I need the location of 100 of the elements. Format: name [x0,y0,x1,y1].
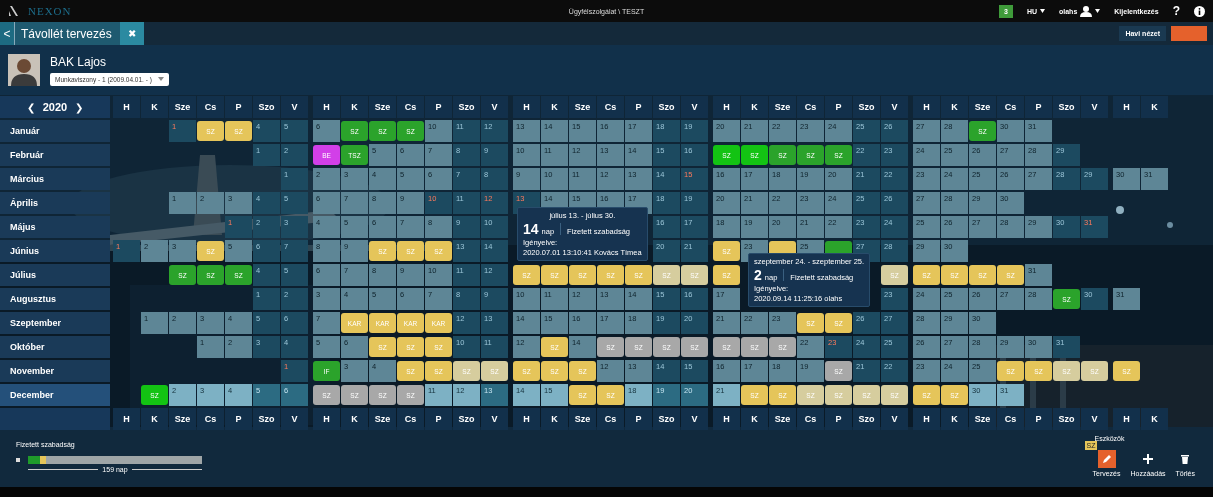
weekday-header: Cs [797,96,824,118]
month-label[interactable]: December [0,384,110,406]
employee-name: BAK Lajos [50,54,108,69]
trash-icon [1181,454,1190,464]
weekday-header: Cs [597,408,624,430]
weekday-header: H [313,408,340,430]
previous-year-button[interactable]: ❮ [26,101,35,113]
weekday-header: Cs [397,408,424,430]
weekday-header: P [625,96,652,118]
weekday-header: Sze [369,408,396,430]
weekday-header: K [141,408,168,430]
weekday-header: V [281,96,308,118]
weekday-header: H [913,408,940,430]
weekday-header: V [1081,96,1108,118]
weekday-header: H [713,408,740,430]
weekday-header: Sze [569,96,596,118]
weekday-header: K [341,96,368,118]
weekday-header: K [141,96,168,118]
weekday-header: Sze [169,408,196,430]
weekday-header: K [941,408,968,430]
weekday-header: P [225,96,252,118]
month-label[interactable]: November [0,360,110,382]
weekday-header: Szo [853,96,880,118]
month-label[interactable]: Július [0,264,110,286]
page-title: Távollét tervezés [14,22,120,45]
weekday-header: K [541,96,568,118]
weekday-header: K [941,96,968,118]
weekday-header: Szo [1053,96,1080,118]
weekday-header: Sze [369,96,396,118]
plus-icon [1143,454,1154,464]
weekday-header: K [541,408,568,430]
caret-icon [1040,9,1045,13]
weekday-header: Szo [453,96,480,118]
year-label: 2020 [42,101,68,113]
weekday-header: V [1081,408,1108,430]
weekday-header: Szo [853,408,880,430]
weekday-header: K [1141,408,1168,430]
month-label[interactable]: Február [0,144,110,166]
weekday-header: Cs [197,96,224,118]
weekday-header: Sze [769,96,796,118]
weekday-header: Cs [797,408,824,430]
help-button[interactable]: ? [1172,4,1180,18]
day-count: 2 [754,267,762,283]
weekday-header: H [713,96,740,118]
weekday-header: V [481,408,508,430]
month-label[interactable]: Január [0,120,110,142]
weekday-header: Szo [253,408,280,430]
weekday-header: V [281,408,308,430]
pencil-icon [1101,454,1112,464]
weekday-header: H [113,408,140,430]
weekday-header: H [313,96,340,118]
weekday-header: V [681,96,708,118]
month-label[interactable]: Szeptember [0,312,110,334]
weekday-header: P [425,96,452,118]
weekday-header: P [1025,408,1052,430]
weekday-header: Szo [653,408,680,430]
weekday-header: P [625,408,652,430]
weekday-header: K [1141,96,1168,118]
weekday-header: H [113,96,140,118]
caret-icon [157,77,164,81]
weekday-header: P [825,96,852,118]
month-label[interactable]: Április [0,192,110,214]
month-label[interactable]: Június [0,240,110,262]
weekday-header: V [681,408,708,430]
weekday-header: P [825,408,852,430]
weekday-header: Sze [769,408,796,430]
weekday-header: K [341,408,368,430]
weekday-header: H [1113,408,1140,430]
weekday-header: P [1025,96,1052,118]
weekday-header: H [513,408,540,430]
back-button[interactable]: < [0,22,14,45]
weekday-header: Sze [969,408,996,430]
weekday-header: Szo [653,96,680,118]
weekday-header: V [881,408,908,430]
user-icon [1080,5,1093,17]
weekday-header: P [425,408,452,430]
weekday-header: H [513,96,540,118]
caret-icon [1095,9,1101,13]
weekday-header: Szo [253,96,280,118]
month-label[interactable]: Augusztus [0,288,110,310]
weekday-header: Cs [197,408,224,430]
weekday-header: K [741,96,768,118]
logo-text: NEXON [28,5,72,17]
month-label[interactable]: Május [0,216,110,238]
weekday-header: Sze [169,96,196,118]
legend-marker [16,458,20,462]
weekday-header: H [913,96,940,118]
weekday-header: Szo [453,408,480,430]
weekday-header: Szo [1053,408,1080,430]
weekday-header: Cs [397,96,424,118]
day-count: 14 [523,221,539,237]
weekday-header: H [1113,96,1140,118]
next-year-button[interactable]: ❯ [75,101,84,113]
close-button[interactable]: ✖ [119,22,144,45]
info-icon[interactable] [1194,5,1205,17]
weekday-header: Cs [997,96,1024,118]
weekday-header: K [741,408,768,430]
month-label[interactable]: Október [0,336,110,358]
month-label[interactable]: Március [0,168,110,190]
weekday-header: Cs [597,96,624,118]
